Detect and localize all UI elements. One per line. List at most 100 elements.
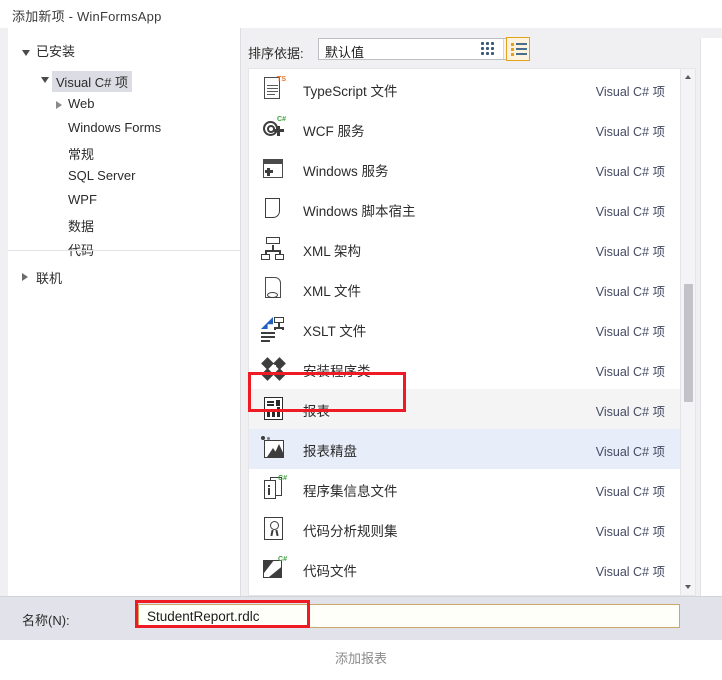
tree-item-general[interactable]: 常规 [8, 142, 240, 162]
list-item-label: XML 文件 [303, 284, 362, 299]
list-item-category: Visual C# 项 [595, 445, 665, 459]
list-item[interactable]: Windows 脚本宿主 Visual C# 项 [249, 189, 681, 229]
typescript-file-icon: TS [261, 76, 287, 102]
list-item-label: 报表 [303, 404, 330, 419]
dialog-title-bar: 添加新项 - WinFormsApp [0, 0, 722, 28]
template-list: TS TypeScript 文件 Visual C# 项 C# WCF 服务 V… [249, 69, 681, 595]
name-label: 名称(N): [22, 613, 70, 628]
list-scrollbar[interactable] [680, 69, 695, 595]
online-section-label: 联机 [36, 271, 63, 286]
wcf-service-icon: C# [261, 116, 287, 142]
categories-panel: 已安装 Visual C# 项 Web Windows Forms 常规 SQL… [8, 28, 241, 596]
list-item-category: Visual C# 项 [595, 405, 665, 419]
tree-item-code[interactable]: 代码 [8, 238, 240, 258]
list-item-label: 安装程序类 [303, 364, 371, 379]
list-item-category: Visual C# 项 [595, 165, 665, 179]
list-item-label: 代码分析规则集 [303, 524, 398, 539]
windows-script-host-icon [261, 196, 287, 222]
chevron-right-icon [22, 273, 28, 281]
xslt-file-icon [261, 316, 287, 342]
list-item-category: Visual C# 项 [595, 485, 665, 499]
scroll-up-button[interactable] [681, 69, 695, 85]
chevron-right-icon [56, 101, 62, 109]
scrollbar-thumb[interactable] [684, 284, 693, 402]
list-item-category: Visual C# 项 [595, 205, 665, 219]
list-item-category: Visual C# 项 [595, 525, 665, 539]
list-item-category: Visual C# 项 [595, 565, 665, 579]
template-list-panel: TS TypeScript 文件 Visual C# 项 C# WCF 服务 V… [248, 68, 696, 596]
installed-section-label: 已安装 [36, 44, 76, 59]
list-item[interactable]: C# WCF 服务 Visual C# 项 [249, 109, 681, 149]
sort-by-value: 默认值 [325, 45, 365, 60]
xml-schema-icon [261, 236, 287, 262]
tree-item-label: Web [68, 96, 95, 111]
list-item-category: Visual C# 项 [595, 325, 665, 339]
chevron-down-icon [41, 77, 49, 83]
list-item[interactable]: 安装程序类 Visual C# 项 [249, 349, 681, 389]
sort-toolbar: 排序依据: 默认值 [248, 37, 714, 64]
report-icon [261, 396, 287, 422]
list-item-report[interactable]: 报表 Visual C# 项 [249, 389, 681, 429]
name-input[interactable]: StudentReport.rdlc [138, 604, 680, 628]
dialog-title: 添加新项 - WinFormsApp [12, 9, 162, 24]
list-item[interactable]: C# 代码文件 Visual C# 项 [249, 549, 681, 589]
name-bar: 名称(N): StudentReport.rdlc [0, 596, 722, 640]
list-item-category: Visual C# 项 [595, 285, 665, 299]
list-item-label: 报表精盘 [303, 444, 357, 459]
sort-by-label: 排序依据: [248, 46, 304, 61]
online-section-header[interactable]: 联机 [8, 266, 240, 286]
category-tree: Visual C# 项 Web Windows Forms 常规 SQL Ser… [8, 70, 240, 262]
code-analysis-ruleset-icon [261, 516, 287, 542]
tree-item-data[interactable]: 数据 [8, 214, 240, 234]
grid-view-button[interactable] [476, 37, 500, 61]
tree-item-label: 常规 [68, 147, 95, 162]
list-item[interactable]: C# 调试器可视化工具 Visual C# 项 [249, 589, 681, 595]
list-item-label: 程序集信息文件 [303, 484, 398, 499]
tree-item-wpf[interactable]: WPF [8, 190, 240, 210]
list-item-label: TypeScript 文件 [303, 84, 398, 99]
list-item[interactable]: XML 文件 Visual C# 项 [249, 269, 681, 309]
tree-item-sql-server[interactable]: SQL Server [8, 166, 240, 186]
tree-item-label: Windows Forms [68, 120, 162, 135]
installed-section-header[interactable]: 已安装 [8, 36, 240, 64]
list-item[interactable]: XML 架构 Visual C# 项 [249, 229, 681, 269]
list-item[interactable]: C# 程序集信息文件 Visual C# 项 [249, 469, 681, 509]
list-item-category: Visual C# 项 [595, 85, 665, 99]
figure-caption: 添加报表 [334, 651, 387, 666]
scroll-down-button[interactable] [681, 579, 695, 595]
add-new-item-dialog: 添加新项 - WinFormsApp 已安装 Visual C# 项 Web W… [0, 0, 722, 640]
list-item[interactable]: XSLT 文件 Visual C# 项 [249, 309, 681, 349]
list-item[interactable]: 代码分析规则集 Visual C# 项 [249, 509, 681, 549]
list-item-label: XML 架构 [303, 244, 362, 259]
xml-file-icon [261, 276, 287, 302]
tree-item-visual-csharp[interactable]: Visual C# 项 [8, 70, 240, 92]
details-pane [700, 38, 722, 596]
list-view-button[interactable] [506, 37, 530, 61]
tree-item-web[interactable]: Web [8, 94, 240, 114]
list-item-label: XSLT 文件 [303, 324, 367, 339]
tree-item-label: SQL Server [68, 168, 136, 183]
list-item-label: WCF 服务 [303, 124, 365, 139]
name-input-value: StudentReport.rdlc [147, 609, 260, 624]
sidebar-divider [8, 250, 240, 251]
list-item[interactable]: TS TypeScript 文件 Visual C# 项 [249, 69, 681, 109]
report-wizard-icon [261, 436, 287, 462]
list-item-label: Windows 脚本宿主 [303, 204, 416, 219]
list-item-category: Visual C# 项 [595, 245, 665, 259]
list-item-category: Visual C# 项 [595, 365, 665, 379]
code-file-icon: C# [261, 556, 287, 582]
windows-service-icon [261, 156, 287, 182]
list-view-icon [511, 43, 527, 56]
chevron-down-icon [22, 50, 30, 56]
list-item-category: Visual C# 项 [595, 125, 665, 139]
list-item-report-wizard[interactable]: 报表精盘 Visual C# 项 [249, 429, 681, 469]
list-item[interactable]: Windows 服务 Visual C# 项 [249, 149, 681, 189]
installer-class-icon [261, 356, 287, 382]
tree-item-windows-forms[interactable]: Windows Forms [8, 118, 240, 138]
list-item-label: 代码文件 [303, 564, 357, 579]
grid-view-icon [481, 42, 495, 56]
tree-item-label: 数据 [68, 219, 95, 234]
tree-item-label: Visual C# 项 [52, 71, 133, 92]
tree-item-label: WPF [68, 192, 97, 207]
list-item-label: Windows 服务 [303, 164, 389, 179]
